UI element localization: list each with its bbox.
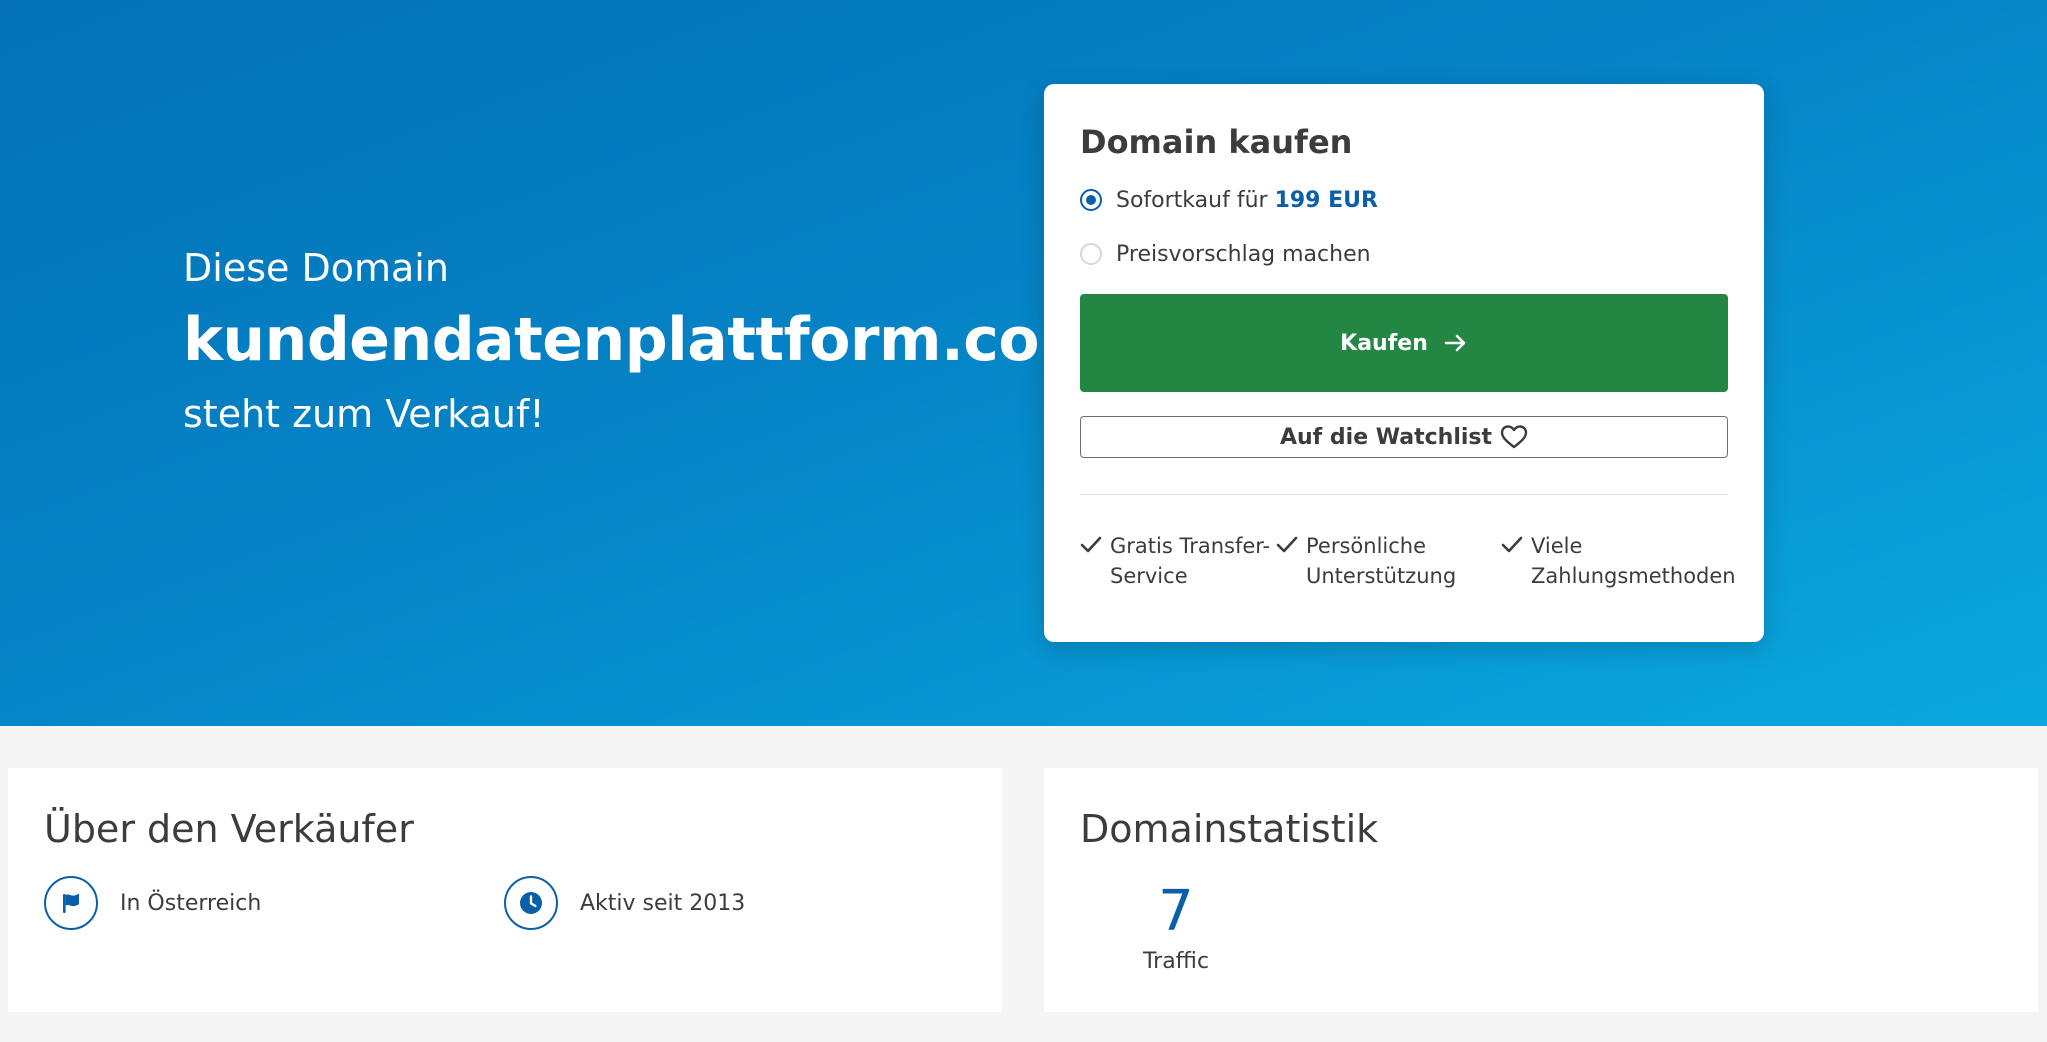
check-icon <box>1080 535 1102 555</box>
instant-buy-radio[interactable] <box>1080 189 1102 211</box>
option-make-offer[interactable]: Preisvorschlag machen <box>1080 234 1728 274</box>
feature-payment: Viele Zahlungsmethoden <box>1501 531 1736 591</box>
clock-icon <box>504 876 558 930</box>
option-instant-buy[interactable]: Sofortkauf für 199 EUR <box>1080 180 1728 220</box>
instant-buy-text: Sofortkauf für <box>1116 187 1268 213</box>
feature-transfer-line2: Service <box>1110 564 1188 588</box>
check-icon <box>1501 535 1523 555</box>
instant-buy-label: Sofortkauf für 199 EUR <box>1116 188 1378 213</box>
arrow-right-icon <box>1444 333 1468 353</box>
check-icon <box>1276 535 1298 555</box>
feature-list: Gratis Transfer- Service Persönliche Unt… <box>1080 531 1736 591</box>
hero-text: Diese Domain kundendatenplattform.com st… <box>183 240 1102 442</box>
watchlist-button-label: Auf die Watchlist <box>1279 424 1493 450</box>
hero-banner: Diese Domain kundendatenplattform.com st… <box>0 0 2047 726</box>
make-offer-label: Preisvorschlag machen <box>1116 241 1371 267</box>
seller-active-since: Aktiv seit 2013 <box>504 876 964 930</box>
traffic-label: Traffic <box>1142 949 1210 974</box>
feature-support-text: Persönliche Unterstützung <box>1306 531 1456 591</box>
buy-button-label: Kaufen <box>1340 330 1428 356</box>
hero-pretitle: Diese Domain <box>183 246 449 290</box>
hero-subtitle: steht zum Verkauf! <box>183 392 545 436</box>
seller-panel: Über den Verkäufer In Österreich Aktiv s… <box>8 768 1002 1012</box>
watchlist-button[interactable]: Auf die Watchlist <box>1080 416 1728 458</box>
instant-buy-price: 199 EUR <box>1274 187 1378 213</box>
seller-active-text: Aktiv seit 2013 <box>580 890 746 916</box>
feature-transfer-text: Gratis Transfer- Service <box>1110 531 1270 591</box>
feature-support-line2: Unterstützung <box>1306 564 1457 588</box>
heart-icon <box>1500 424 1528 450</box>
make-offer-radio[interactable] <box>1080 243 1102 265</box>
buy-button[interactable]: Kaufen <box>1080 294 1728 392</box>
feature-support-line1: Persönliche <box>1306 534 1427 558</box>
domain-name: kundendatenplattform.com <box>183 305 1102 375</box>
buy-card-title: Domain kaufen <box>1080 123 1353 161</box>
seller-panel-title: Über den Verkäufer <box>44 807 414 851</box>
stats-panel-title: Domainstatistik <box>1080 807 1379 851</box>
seller-info: In Österreich Aktiv seit 2013 <box>44 876 966 930</box>
feature-transfer: Gratis Transfer- Service <box>1080 531 1276 591</box>
traffic-stat: 7 Traffic <box>1136 880 1216 978</box>
seller-location: In Österreich <box>44 876 504 930</box>
traffic-value: 7 <box>1158 879 1194 944</box>
flag-icon <box>44 876 98 930</box>
feature-transfer-line1: Gratis Transfer- <box>1110 534 1271 558</box>
feature-support: Persönliche Unterstützung <box>1276 531 1501 591</box>
stats-panel: Domainstatistik 7 Traffic <box>1044 768 2038 1012</box>
feature-payment-line2: Zahlungsmethoden <box>1531 564 1736 588</box>
buy-card: Domain kaufen Sofortkauf für 199 EUR Pre… <box>1044 84 1764 642</box>
card-divider <box>1080 494 1728 495</box>
seller-location-text: In Österreich <box>120 890 262 916</box>
feature-payment-text: Viele Zahlungsmethoden <box>1531 531 1736 591</box>
feature-payment-line1: Viele <box>1531 534 1583 558</box>
